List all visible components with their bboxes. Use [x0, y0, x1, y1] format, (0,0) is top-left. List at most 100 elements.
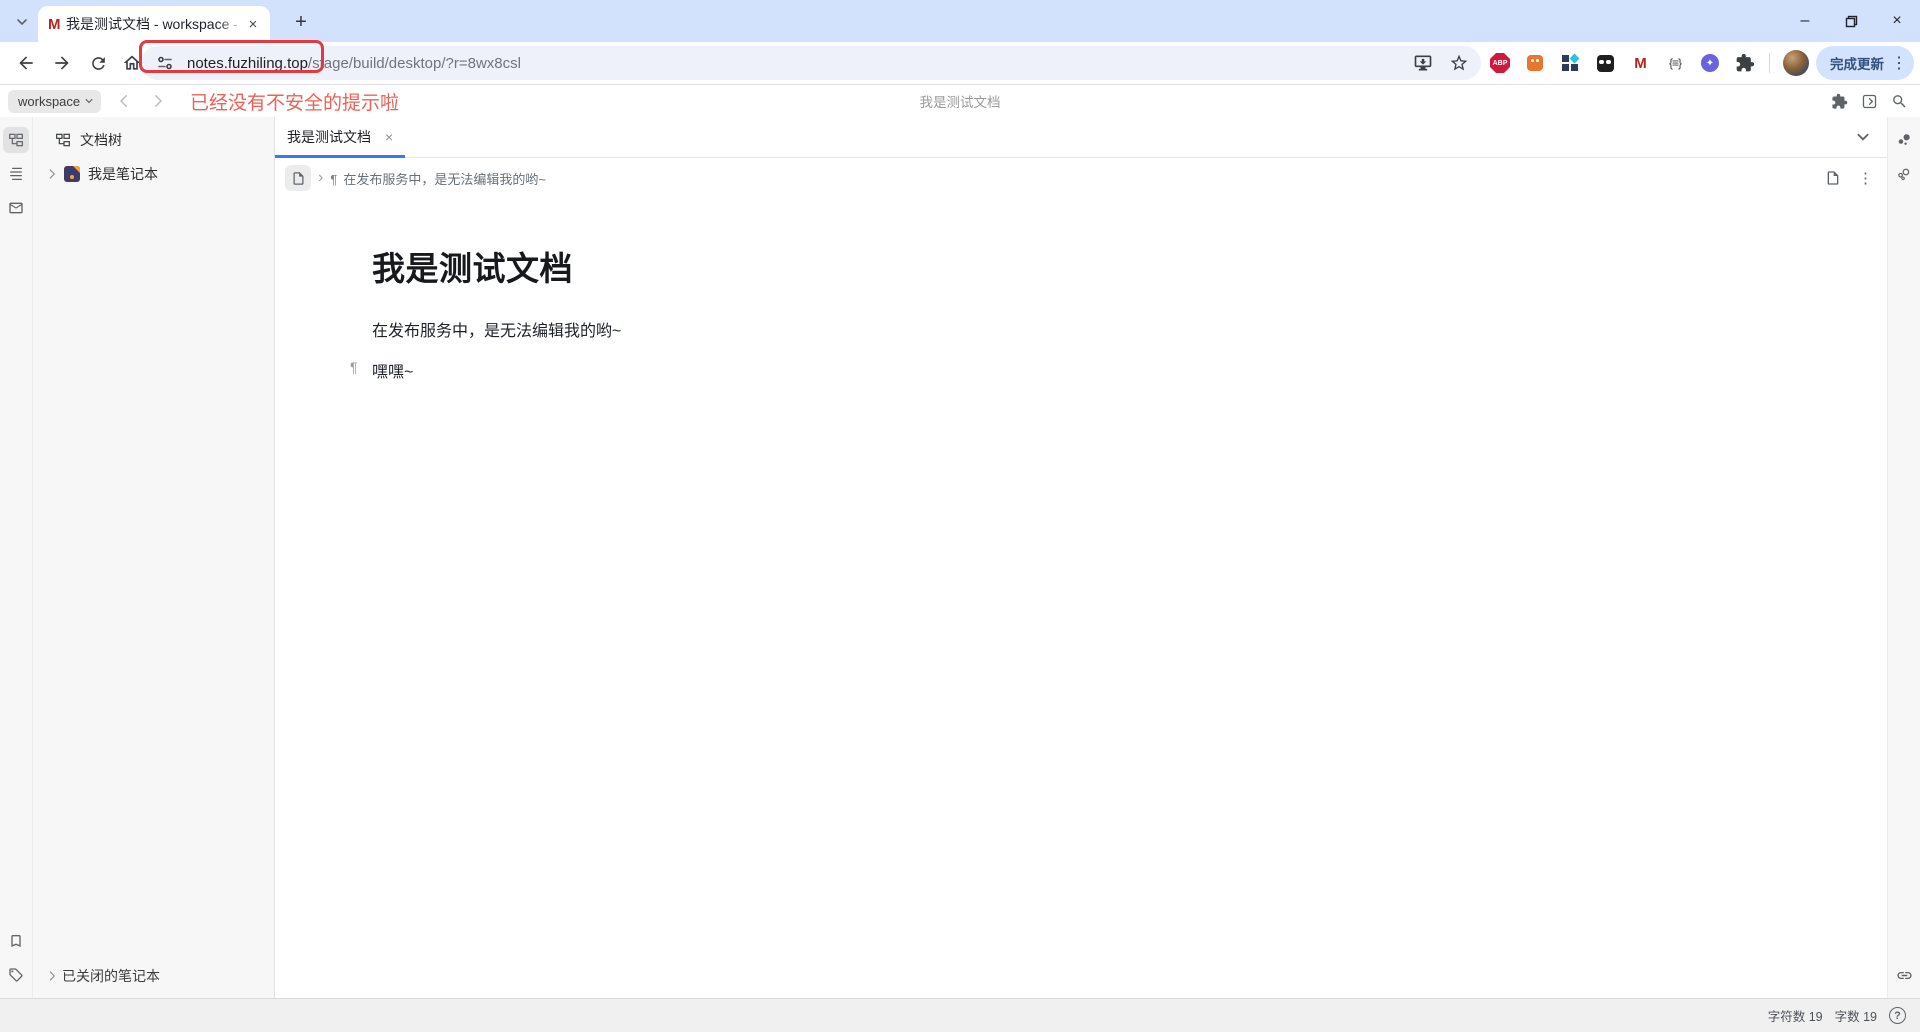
paragraph-text: 嘿嘿~	[372, 364, 413, 381]
browser-tab-strip: M 我是测试文档 - workspace - 思 × + – ×	[0, 0, 1920, 42]
paragraph-gutter-icon[interactable]: ¶	[350, 359, 358, 375]
workspace-label: workspace	[18, 94, 80, 109]
backlinks-icon	[1896, 132, 1913, 149]
pilcrow-icon: ¶	[330, 172, 337, 187]
toolbar-divider	[1769, 53, 1770, 73]
forward-button[interactable]	[48, 49, 76, 77]
tab-search-button[interactable]	[10, 10, 34, 34]
plugin-icon[interactable]	[1831, 93, 1848, 110]
left-dock	[0, 117, 33, 998]
document-content[interactable]: 我是测试文档 在发布服务中，是无法编辑我的哟~ ¶ 嘿嘿~	[275, 198, 1887, 382]
chevron-down-icon	[15, 15, 29, 29]
closed-notebooks-label: 已关闭的笔记本	[62, 966, 160, 986]
profile-avatar[interactable]	[1783, 50, 1809, 76]
red-m-extension-icon[interactable]: M	[1629, 52, 1651, 74]
help-icon[interactable]: ?	[1889, 1007, 1906, 1024]
browser-menu-kebab-icon[interactable]: ⋮	[1890, 53, 1908, 73]
notebook-item[interactable]: 我是笔记本	[33, 150, 274, 184]
tab-list-button[interactable]	[1855, 117, 1871, 157]
restore-button[interactable]	[1828, 0, 1874, 42]
finish-update-label: 完成更新	[1830, 53, 1884, 73]
app-toolbar-right	[1831, 85, 1908, 117]
new-tab-button[interactable]: +	[288, 9, 314, 35]
window-controls: – ×	[1782, 0, 1920, 42]
extensions-puzzle-icon[interactable]	[1734, 52, 1756, 74]
browser-toolbar: notes.fuzhiling.top/stage/build/desktop/…	[0, 42, 1920, 84]
file-tree-title: 文档树	[80, 130, 122, 150]
tag-icon	[8, 967, 24, 983]
app-back-icon[interactable]	[115, 92, 133, 110]
tampermonkey-extension-icon[interactable]	[1594, 52, 1616, 74]
file-tree-icon	[55, 132, 71, 148]
app-body: 文档树 我是笔记本 已关闭的笔记本 我是测试文档 ×	[0, 117, 1920, 998]
screen: M 我是测试文档 - workspace - 思 × + – ×	[0, 0, 1920, 1032]
breadcrumb-separator: ›	[318, 169, 323, 187]
workspace-button[interactable]: workspace	[8, 90, 101, 113]
file-tree-header: 文档树	[33, 117, 274, 150]
closed-notebooks-item[interactable]: 已关闭的笔记本	[45, 966, 160, 986]
dock-outline-button[interactable]	[3, 161, 29, 187]
graph-icon	[1896, 166, 1913, 183]
annotation-note: 已经没有不安全的提示啦	[190, 88, 399, 115]
dock-file-tree-button[interactable]	[3, 127, 29, 153]
breadcrumb-item[interactable]: ¶ 在发布服务中，是无法编辑我的哟~	[330, 169, 546, 188]
doc-more-kebab-icon[interactable]: ⋮	[1858, 169, 1873, 187]
address-bar[interactable]: notes.fuzhiling.top/stage/build/desktop/…	[141, 46, 1481, 80]
breadcrumb-text: 在发布服务中，是无法编辑我的哟~	[343, 172, 546, 187]
notebook-label: 我是笔记本	[88, 164, 158, 184]
inbox-envelope-icon	[8, 200, 24, 216]
dock-inbox-button[interactable]	[3, 195, 29, 221]
adblock-plus-extension-icon[interactable]: ABP	[1489, 52, 1511, 74]
document-paragraph[interactable]: ¶ 嘿嘿~	[372, 358, 1887, 382]
bookmark-star-icon[interactable]	[1449, 53, 1469, 73]
purple-extension-icon[interactable]: ✦	[1699, 52, 1721, 74]
close-window-button[interactable]: ×	[1874, 0, 1920, 42]
search-icon[interactable]	[1891, 93, 1908, 110]
file-tree-icon	[8, 132, 24, 148]
grid-extension-icon[interactable]	[1559, 52, 1581, 74]
dock-backlinks-button[interactable]	[1891, 127, 1917, 153]
braces-extension-icon[interactable]: {≡}	[1664, 52, 1686, 74]
chevron-down-icon	[1855, 129, 1871, 145]
dock-graph-button[interactable]	[1891, 161, 1917, 187]
notebook-icon	[64, 166, 80, 182]
document-title[interactable]: 我是测试文档	[372, 242, 1887, 290]
dock-tag-button[interactable]	[3, 962, 29, 988]
reload-button[interactable]	[84, 49, 112, 77]
back-button[interactable]	[12, 49, 40, 77]
document-icon	[291, 171, 306, 186]
editor-tab-close-button[interactable]: ×	[385, 129, 393, 145]
install-app-icon[interactable]	[1413, 53, 1433, 73]
url-domain: notes.fuzhiling.top	[187, 55, 308, 72]
editor-tab-title: 我是测试文档	[287, 127, 371, 147]
chevron-down-icon	[84, 96, 94, 106]
app-forward-icon[interactable]	[149, 92, 167, 110]
editor-tab-bar: 我是测试文档 ×	[275, 117, 1887, 158]
site-settings-icon[interactable]	[156, 54, 174, 72]
chevron-right-icon[interactable]	[45, 167, 59, 181]
forward-arrow-icon	[52, 53, 72, 73]
tab-close-button[interactable]: ×	[244, 15, 262, 33]
bookmark-icon	[8, 933, 24, 949]
dock-link-button[interactable]	[1891, 962, 1917, 988]
status-bar: 字符数 19 字数 19 ?	[0, 998, 1920, 1032]
orange-extension-icon[interactable]	[1524, 52, 1546, 74]
document-paragraph[interactable]: 在发布服务中，是无法编辑我的哟~	[372, 317, 1887, 341]
panel-layout-icon[interactable]	[1861, 93, 1878, 110]
editor-tab[interactable]: 我是测试文档 ×	[275, 117, 405, 157]
app-nav-arrows	[115, 92, 167, 110]
minimize-button[interactable]: –	[1782, 0, 1828, 42]
browser-tab[interactable]: M 我是测试文档 - workspace - 思 ×	[38, 6, 270, 42]
doc-info-icon[interactable]	[1825, 170, 1841, 186]
url-text[interactable]: notes.fuzhiling.top/stage/build/desktop/…	[187, 55, 521, 72]
finish-update-button[interactable]: 完成更新 ⋮	[1816, 46, 1914, 80]
siyuan-favicon-icon: M	[48, 16, 66, 33]
reload-icon	[89, 54, 108, 73]
chevron-right-icon[interactable]	[45, 969, 59, 983]
outline-icon	[8, 166, 24, 182]
word-count: 字数 19	[1835, 1006, 1877, 1025]
file-tree-panel: 文档树 我是笔记本 已关闭的笔记本	[33, 117, 275, 998]
editor-area: 我是测试文档 × › ¶ 在发布服务中，是无法编辑我的哟~ ⋮	[275, 117, 1887, 998]
dock-bookmark-button[interactable]	[3, 928, 29, 954]
breadcrumb-doc-button[interactable]	[285, 165, 311, 191]
